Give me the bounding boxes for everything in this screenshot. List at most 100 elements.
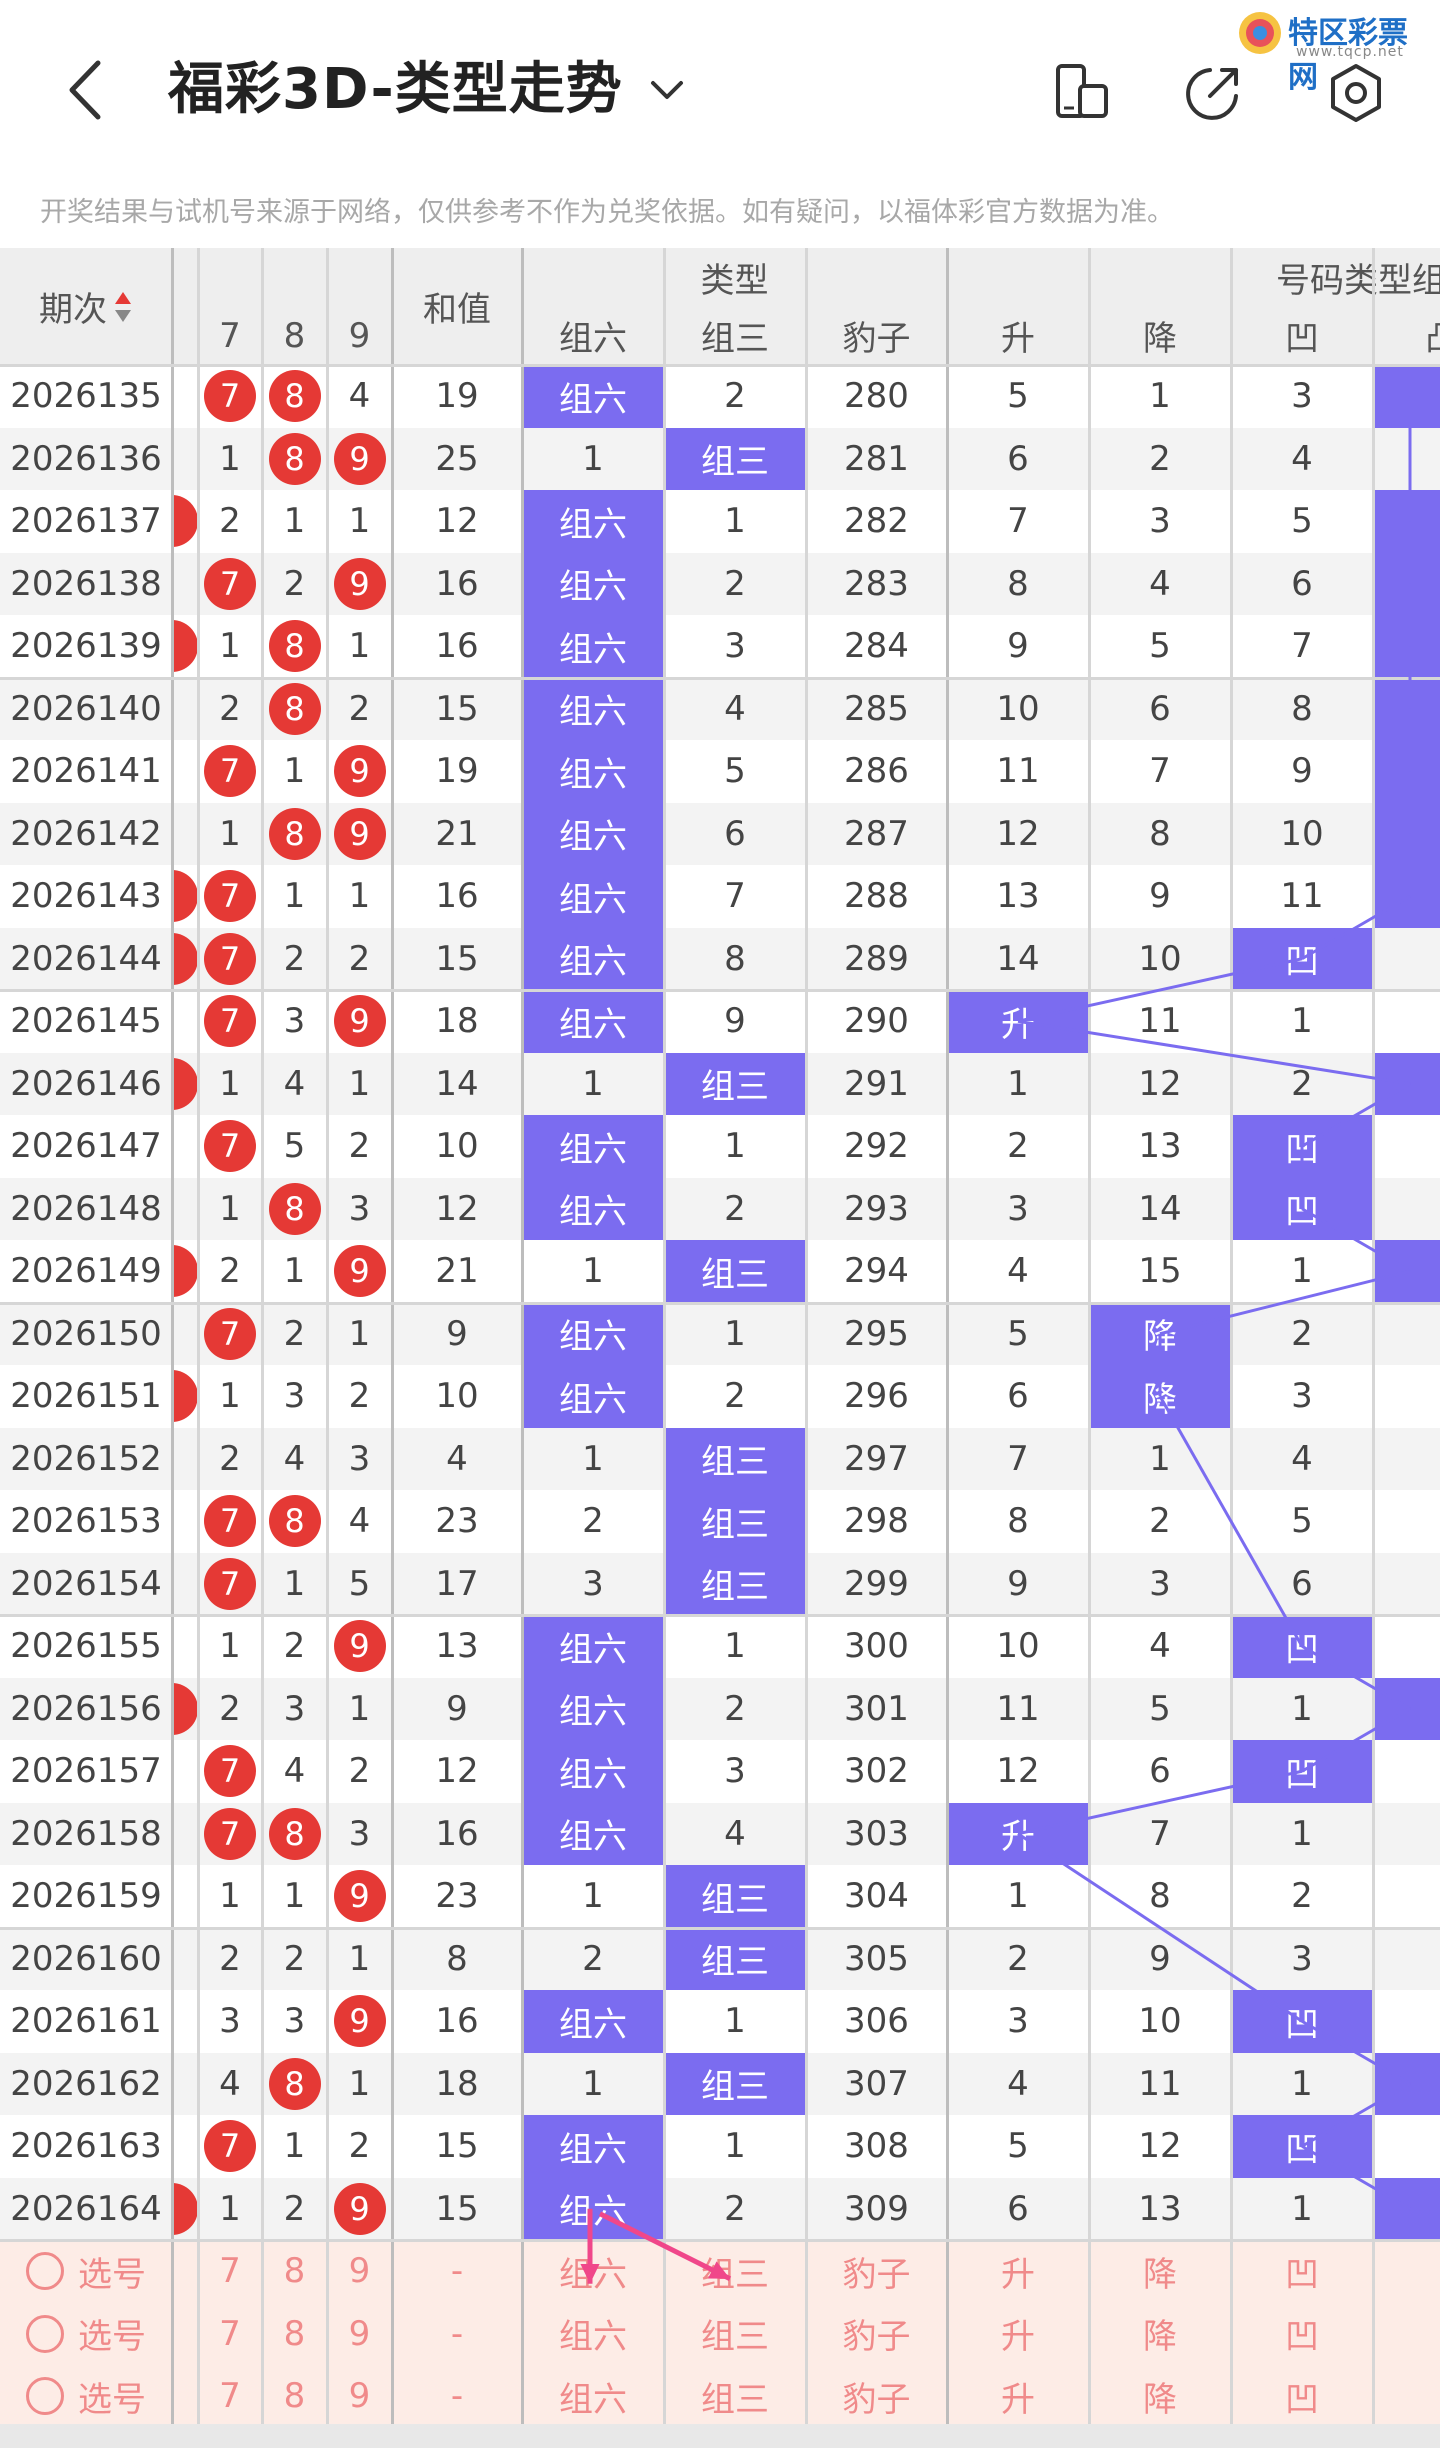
sum-cell: 17 bbox=[435, 1563, 479, 1604]
select-digit[interactable]: 8 bbox=[262, 2240, 327, 2303]
select-digit[interactable]: 8 bbox=[262, 2365, 327, 2424]
code-cell: 7 bbox=[1007, 1438, 1029, 1479]
type-cell: 307 bbox=[844, 2063, 909, 2104]
select-label-cell[interactable]: 选号 bbox=[0, 2240, 172, 2303]
digit-cell: 7 bbox=[198, 365, 262, 428]
type-cell: 组六 bbox=[522, 865, 664, 928]
type-cell: 308 bbox=[844, 2126, 909, 2167]
digit-cell: 5 bbox=[283, 1126, 306, 1167]
digit-cell: 1 bbox=[219, 1063, 241, 1104]
select-digit[interactable]: 7 bbox=[198, 2365, 262, 2424]
select-code[interactable]: 升 bbox=[947, 2303, 1089, 2366]
ball-partial bbox=[172, 620, 198, 673]
period-header[interactable]: 期次 bbox=[0, 248, 172, 365]
code-cell: 5 bbox=[1291, 1501, 1313, 1542]
type-cell: 组六 bbox=[522, 990, 664, 1053]
code-cell: 1 bbox=[1291, 1001, 1313, 1042]
period-cell: 2026145 bbox=[10, 1001, 162, 1042]
digit-cell: 8 bbox=[262, 615, 327, 678]
table-row: 2026149 2 1 9 21 1 组三 294 4 15 1 bbox=[0, 1240, 1440, 1303]
type-cell: 299 bbox=[844, 1563, 909, 1604]
share-icon[interactable] bbox=[1180, 60, 1246, 126]
code-cell: 11 bbox=[1138, 2063, 1182, 2104]
select-type[interactable]: 组三 bbox=[664, 2303, 806, 2366]
table-row: 2026155 1 2 9 13 组六 1 300 10 4 凹 bbox=[0, 1615, 1440, 1678]
select-code[interactable]: 凹 bbox=[1231, 2303, 1373, 2366]
select-type[interactable]: 豹子 bbox=[806, 2240, 947, 2303]
type-cell: 295 bbox=[844, 1313, 909, 1354]
code-cell: 4 bbox=[1149, 563, 1171, 604]
page-title[interactable]: 福彩3D-类型走势 bbox=[168, 55, 623, 125]
code-cell: 6 bbox=[1149, 688, 1171, 729]
select-code[interactable]: 凹 bbox=[1231, 2365, 1373, 2424]
convex-cell bbox=[1373, 1677, 1440, 1740]
radio-icon[interactable] bbox=[26, 2314, 64, 2353]
select-type[interactable]: 组六 bbox=[522, 2240, 664, 2303]
select-type[interactable]: 组六 bbox=[522, 2365, 664, 2424]
select-row[interactable]: 选号 7 8 9 - 组六 组三 豹子升降凹 bbox=[0, 2302, 1440, 2366]
code-cell: 6 bbox=[1149, 1751, 1171, 1792]
top-bar: 福彩3D-类型走势 特区彩票网 www.tqcp.net bbox=[0, 0, 1440, 175]
code-cell: 升 bbox=[947, 990, 1089, 1053]
partial-ball-cell bbox=[172, 1365, 198, 1428]
device-icon[interactable] bbox=[1050, 60, 1116, 126]
radio-icon[interactable] bbox=[26, 2377, 64, 2416]
select-type[interactable]: 豹子 bbox=[806, 2365, 947, 2424]
select-type[interactable]: 组六 bbox=[522, 2303, 664, 2366]
select-digit[interactable]: 9 bbox=[327, 2303, 392, 2366]
type-cell: 289 bbox=[844, 938, 909, 979]
sum-cell: 18 bbox=[435, 1001, 479, 1042]
code-cell: 8 bbox=[1007, 563, 1029, 604]
select-row[interactable]: 选号 7 8 9 - 组六 组三 豹子升降凹 bbox=[0, 2240, 1440, 2303]
code-cell: 11 bbox=[1280, 876, 1324, 917]
digit-header-8: 8 bbox=[262, 306, 327, 365]
digit-cell: 9 bbox=[327, 990, 392, 1053]
digit-cell: 9 bbox=[327, 2178, 392, 2241]
digit-cell: 3 bbox=[348, 1438, 371, 1479]
column-divider bbox=[1372, 248, 1375, 2424]
type-cell: 组三 bbox=[664, 1552, 806, 1615]
type-cell: 组六 bbox=[522, 2177, 664, 2240]
table-row: 2026158 7 8 3 16 组六 4 303 升 7 1 bbox=[0, 1802, 1440, 1865]
select-label-cell[interactable]: 选号 bbox=[0, 2303, 172, 2366]
digit-header-9: 9 bbox=[327, 306, 392, 365]
ball-9: 9 bbox=[333, 1995, 386, 2048]
chevron-down-icon[interactable] bbox=[645, 68, 689, 112]
code-cell: 14 bbox=[996, 938, 1040, 979]
select-code[interactable]: 降 bbox=[1089, 2303, 1231, 2366]
select-code[interactable]: 降 bbox=[1089, 2240, 1231, 2303]
select-digit[interactable]: 9 bbox=[327, 2240, 392, 2303]
select-label-cell[interactable]: 选号 bbox=[0, 2365, 172, 2424]
select-type[interactable]: 组三 bbox=[664, 2240, 806, 2303]
digit-cell: 7 bbox=[198, 1490, 262, 1553]
select-digit[interactable]: 7 bbox=[198, 2303, 262, 2366]
select-digit[interactable]: 9 bbox=[327, 2365, 392, 2424]
sum-cell: 16 bbox=[435, 1813, 479, 1854]
sum-cell: 19 bbox=[435, 751, 479, 792]
select-digit[interactable]: 7 bbox=[198, 2240, 262, 2303]
table-row: 2026141 7 1 9 19 组六 5 286 11 7 9 bbox=[0, 740, 1440, 803]
digit-cell: 7 bbox=[198, 553, 262, 616]
select-type[interactable]: 豹子 bbox=[806, 2303, 947, 2366]
type-cell: 3 bbox=[582, 1563, 604, 1604]
select-type[interactable]: 组三 bbox=[664, 2365, 806, 2424]
code-cell: 1 bbox=[1007, 1063, 1029, 1104]
select-code[interactable]: 升 bbox=[947, 2240, 1089, 2303]
select-digit[interactable]: 8 bbox=[262, 2303, 327, 2366]
type-cell: 组六 bbox=[522, 1115, 664, 1178]
sum-cell: 9 bbox=[446, 1313, 468, 1354]
digit-cell: 2 bbox=[283, 938, 306, 979]
select-row[interactable]: 选号 7 8 9 - 组六 组三 豹子升降凹 bbox=[0, 2365, 1440, 2424]
digit-cell: 7 bbox=[198, 1115, 262, 1178]
select-sum: - bbox=[450, 2376, 464, 2417]
ball-8: 8 bbox=[268, 370, 321, 423]
digit-cell: 1 bbox=[283, 2126, 306, 2167]
select-code[interactable]: 升 bbox=[947, 2365, 1089, 2424]
select-code[interactable]: 凹 bbox=[1231, 2240, 1373, 2303]
ball-partial bbox=[172, 1370, 198, 1423]
table-row: 2026164 1 2 9 15 组六 2 309 6 13 1 bbox=[0, 2177, 1440, 2241]
radio-icon[interactable] bbox=[26, 2252, 64, 2291]
back-arrow-icon[interactable] bbox=[60, 55, 120, 125]
period-cell: 2026139 bbox=[10, 626, 162, 667]
select-code[interactable]: 降 bbox=[1089, 2365, 1231, 2424]
